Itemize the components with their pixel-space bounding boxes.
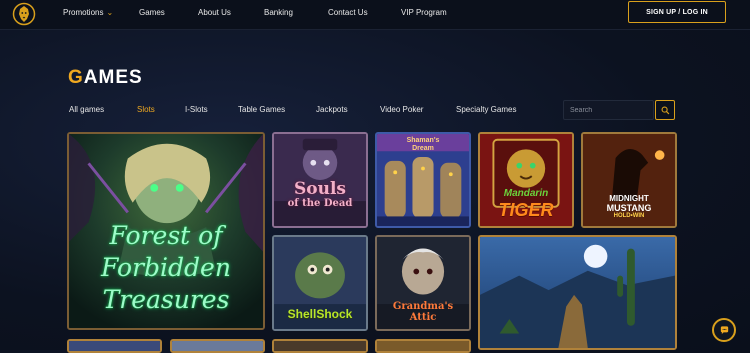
chat-button[interactable]	[712, 318, 736, 342]
top-nav: Promotions ⌄ Games About Us Banking Conta…	[0, 0, 750, 30]
nav-vip-program[interactable]: VIP Program	[401, 8, 447, 17]
search-icon	[661, 106, 669, 114]
page-title: GAMES	[68, 67, 143, 89]
game-tile-shamans-dream[interactable]: Shaman's Dream	[375, 132, 471, 228]
tab-all-games[interactable]: All games	[69, 105, 104, 114]
search-button[interactable]	[655, 100, 675, 120]
game-title-line: Shock	[316, 307, 353, 321]
tab-specialty-games[interactable]: Specialty Games	[456, 105, 516, 114]
game-title-line: Forbidden	[101, 253, 231, 282]
tab-jackpots[interactable]: Jackpots	[316, 105, 348, 114]
signup-login-button[interactable]: SIGN UP / LOG IN	[628, 1, 726, 23]
search-input[interactable]	[563, 100, 654, 120]
chevron-down-icon: ⌄	[106, 8, 114, 17]
tab-video-poker[interactable]: Video Poker	[380, 105, 423, 114]
game-title-line: HOLD•WIN	[613, 213, 645, 219]
game-title-line: MIDNIGHT	[609, 194, 649, 203]
game-tile-mandarin-tiger[interactable]: Mandarin TIGER	[478, 132, 574, 228]
game-title-shell-shock: ShellShock	[274, 307, 366, 321]
game-tile-partial[interactable]	[170, 339, 265, 353]
lion-logo-icon[interactable]	[12, 2, 36, 26]
game-tile-souls-of-the-dead[interactable]: Souls of the Dead	[272, 132, 368, 228]
game-title-line: MUSTANG	[606, 203, 652, 213]
tab-table-games[interactable]: Table Games	[238, 105, 285, 114]
tab-i-slots[interactable]: I-Slots	[185, 105, 208, 114]
game-title-line: Treasures	[102, 285, 230, 314]
game-title-line: Mandarin	[503, 188, 549, 199]
nav-contact-us[interactable]: Contact Us	[328, 8, 368, 17]
game-title-line: Dream	[412, 145, 434, 152]
game-title-mandarin: Mandarin TIGER	[480, 188, 572, 220]
game-title-grandma: Grandma's Attic	[377, 301, 469, 323]
game-tile-shell-shock[interactable]: ShellShock	[272, 235, 368, 331]
game-title-line: of the Dead	[287, 198, 353, 209]
game-title-line: Grandma's	[392, 301, 454, 312]
game-title-shaman: Shaman's Dream	[377, 137, 469, 153]
game-tile-grandmas-attic[interactable]: Grandma's Attic	[375, 235, 471, 331]
game-title-mustang: MIDNIGHT MUSTANG HOLD•WIN	[583, 194, 675, 220]
game-tile-desert-wolf[interactable]	[478, 235, 677, 350]
chat-bubble-icon	[720, 325, 728, 334]
game-title-line: Forest of	[109, 221, 223, 250]
nav-about-us[interactable]: About Us	[198, 8, 231, 17]
game-tile-partial[interactable]	[67, 339, 162, 353]
game-title-line: TIGER	[498, 200, 554, 220]
nav-games[interactable]: Games	[139, 8, 165, 17]
game-title-forest: Forest of Forbidden Treasures	[69, 220, 263, 316]
game-tile-partial[interactable]	[375, 339, 471, 353]
page-title-accent: G	[68, 67, 84, 88]
game-tile-partial[interactable]	[272, 339, 368, 353]
page-title-rest: AMES	[83, 67, 143, 88]
game-title-line: Souls	[293, 179, 346, 199]
game-tile-midnight-mustang[interactable]: MIDNIGHT MUSTANG HOLD•WIN	[581, 132, 677, 228]
tab-slots[interactable]: Slots	[137, 105, 155, 114]
game-tile-forest-of-forbidden-treasures[interactable]: Forest of Forbidden Treasures	[67, 132, 265, 330]
nav-banking[interactable]: Banking	[264, 8, 293, 17]
nav-promotions-label: Promotions	[63, 8, 104, 17]
game-title-line: Shaman's	[406, 137, 440, 144]
nav-promotions[interactable]: Promotions ⌄	[63, 8, 113, 17]
game-title-line: Attic	[409, 312, 437, 323]
game-title-line: Shell	[287, 307, 317, 321]
game-title-souls: Souls of the Dead	[274, 180, 366, 210]
